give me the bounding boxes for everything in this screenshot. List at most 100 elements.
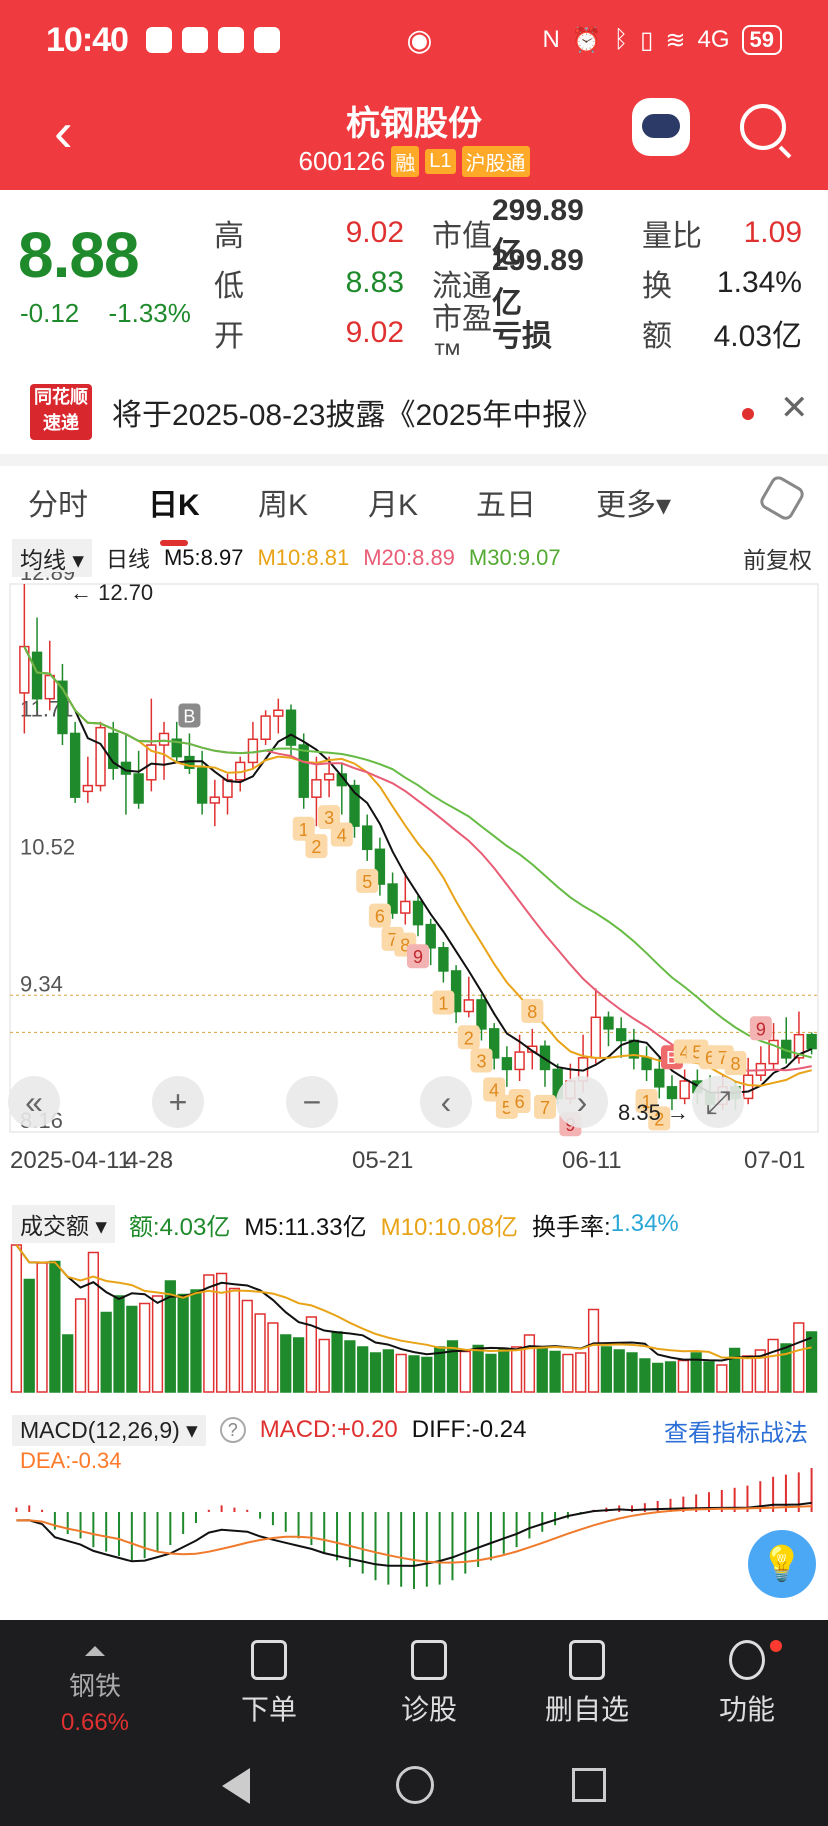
candle-body xyxy=(133,773,144,804)
volume-bar xyxy=(113,1295,125,1393)
status-time: 10:40 xyxy=(46,20,129,59)
adjust-toggle[interactable]: 前复权 xyxy=(743,541,812,575)
candle-body xyxy=(69,732,81,798)
volume-bar xyxy=(498,1347,510,1393)
macd-value: MACD:+0.20 xyxy=(259,1416,398,1443)
change-amount: -0.12 xyxy=(20,298,80,328)
volume-bar xyxy=(741,1355,754,1393)
tab-monthly-k[interactable]: 月K xyxy=(368,480,418,524)
candle-body xyxy=(641,1057,652,1071)
quote-row: 低 8.83 流通 299.89亿 换 1.34% xyxy=(214,244,826,320)
high-label: 高 xyxy=(214,220,244,253)
search-icon[interactable] xyxy=(740,104,786,150)
search-app-icon xyxy=(217,27,244,53)
volume-selector[interactable]: 成交额 ▾ xyxy=(12,1205,115,1243)
volume-bar xyxy=(254,1313,266,1393)
remove-watchlist-label: 删自选 xyxy=(544,1694,629,1725)
volume-bar xyxy=(151,1295,164,1393)
y-tick-label: 9.34 xyxy=(20,971,63,996)
status-bar: 10:40 ◉ N ⏰ ᛒ ▯ ≋ 4G 59 xyxy=(0,0,828,80)
remove-watchlist-icon xyxy=(569,1640,605,1680)
volume-bar xyxy=(395,1353,407,1393)
diagnose-button[interactable]: 诊股 xyxy=(364,1640,494,1728)
macd-chart[interactable] xyxy=(0,1444,828,1604)
functions-label: 功能 xyxy=(718,1694,775,1725)
x-tick-label: 07-01 xyxy=(744,1147,805,1172)
amount-value: 4.03亿 xyxy=(713,320,802,353)
candle-body xyxy=(806,1033,817,1050)
indicator-strategy-link[interactable]: 查看指标战法 xyxy=(664,1413,808,1448)
candle-body xyxy=(654,1068,665,1088)
volume-bar xyxy=(677,1359,689,1393)
candle-body xyxy=(438,947,449,972)
nav-bar: ‹ 杭钢股份 600126 融 L1 沪股通 xyxy=(0,80,828,190)
candle-body xyxy=(222,779,233,798)
candle-body xyxy=(44,674,55,700)
help-icon[interactable]: ? xyxy=(219,1417,246,1443)
volume-bar xyxy=(382,1349,394,1393)
tab-weekly-k[interactable]: 周K xyxy=(258,480,308,524)
remove-watchlist-button[interactable]: 删自选 xyxy=(522,1640,652,1728)
unread-dot-icon xyxy=(742,408,754,420)
functions-button[interactable]: 功能 xyxy=(682,1640,812,1728)
tab-intraday[interactable]: 分时 xyxy=(28,480,88,524)
logo-line1: 同花顺 xyxy=(34,387,88,407)
kline-chart[interactable]: 12.8911.7110.529.348.1612345678912345679… xyxy=(0,572,828,1172)
badge-dot-icon xyxy=(770,1640,782,1652)
status-app-icons xyxy=(145,27,280,53)
candle-body xyxy=(412,900,424,926)
volume-bar xyxy=(549,1350,561,1393)
logo-line2: 速递 xyxy=(43,413,79,433)
mktcap-label: 市值 xyxy=(432,220,492,253)
diagnose-icon xyxy=(411,1640,447,1680)
order-button[interactable]: 下单 xyxy=(204,1640,334,1728)
tab-more[interactable]: 更多▾ xyxy=(596,480,671,524)
notice-banner[interactable]: 同花顺 速递 将于2025-08-23披露《2025年中报》 ✕ xyxy=(0,370,828,454)
macd-selector[interactable]: MACD(12,26,9) ▾ xyxy=(12,1414,206,1446)
lightbulb-icon[interactable]: 💡 xyxy=(748,1530,816,1598)
ma5-line xyxy=(23,646,813,1094)
ma10-value: M10:8.81 xyxy=(257,545,350,570)
close-icon[interactable]: ✕ xyxy=(780,388,809,428)
volume-bar xyxy=(639,1358,651,1393)
volume-bar xyxy=(23,1278,35,1393)
shield-icon xyxy=(181,27,208,53)
x-tick-label: 05-21 xyxy=(352,1147,413,1172)
nav-recent-icon[interactable] xyxy=(572,1768,606,1802)
nav-home-icon[interactable] xyxy=(396,1766,434,1804)
candle-body xyxy=(285,709,297,746)
sector-button[interactable]: 钢铁 0.66% xyxy=(30,1640,160,1737)
app: 10:40 ◉ N ⏰ ᛒ ▯ ≋ 4G 59 ‹ 杭钢股份 600126 融 … xyxy=(0,0,828,1826)
volume-bar xyxy=(203,1274,215,1393)
settings-hex-icon[interactable] xyxy=(757,473,807,523)
volume-bar xyxy=(575,1352,587,1393)
tab-daily-k[interactable]: 日K xyxy=(148,480,200,546)
td-marker-label: 9 xyxy=(756,1019,766,1039)
nav-back-icon[interactable] xyxy=(222,1768,250,1804)
alarm-icon: ⏰ xyxy=(571,26,602,54)
volume-bar xyxy=(87,1251,99,1393)
candle-body xyxy=(158,732,170,746)
candle-body xyxy=(311,779,322,798)
volume-bar xyxy=(652,1362,664,1393)
battery-icon: 59 xyxy=(741,25,782,55)
volume-bar xyxy=(600,1346,613,1393)
caret-up-icon xyxy=(85,1646,105,1656)
volume-m5: M5:11.33亿 xyxy=(244,1213,367,1241)
pe-label: 市盈™ xyxy=(432,303,492,371)
candle-body xyxy=(603,1016,614,1030)
order-label: 下单 xyxy=(240,1694,297,1725)
diff-value: DIFF:-0.24 xyxy=(411,1416,527,1443)
system-status-icons: N ⏰ ᛒ ▯ ≋ 4G 59 xyxy=(543,25,782,55)
candle-body xyxy=(209,796,221,804)
volume-bar xyxy=(331,1331,343,1393)
turnover-label: 换 xyxy=(642,270,672,303)
candle-body xyxy=(476,999,487,1030)
td-marker-label: 4 xyxy=(337,826,347,846)
volume-chart[interactable] xyxy=(0,1240,828,1400)
robot-assistant-icon[interactable] xyxy=(632,98,690,156)
volume-bar xyxy=(177,1293,189,1393)
chart-control-icon: + xyxy=(169,1084,188,1120)
tab-five-day[interactable]: 五日 xyxy=(476,480,536,524)
network-label: 4G xyxy=(697,26,730,53)
